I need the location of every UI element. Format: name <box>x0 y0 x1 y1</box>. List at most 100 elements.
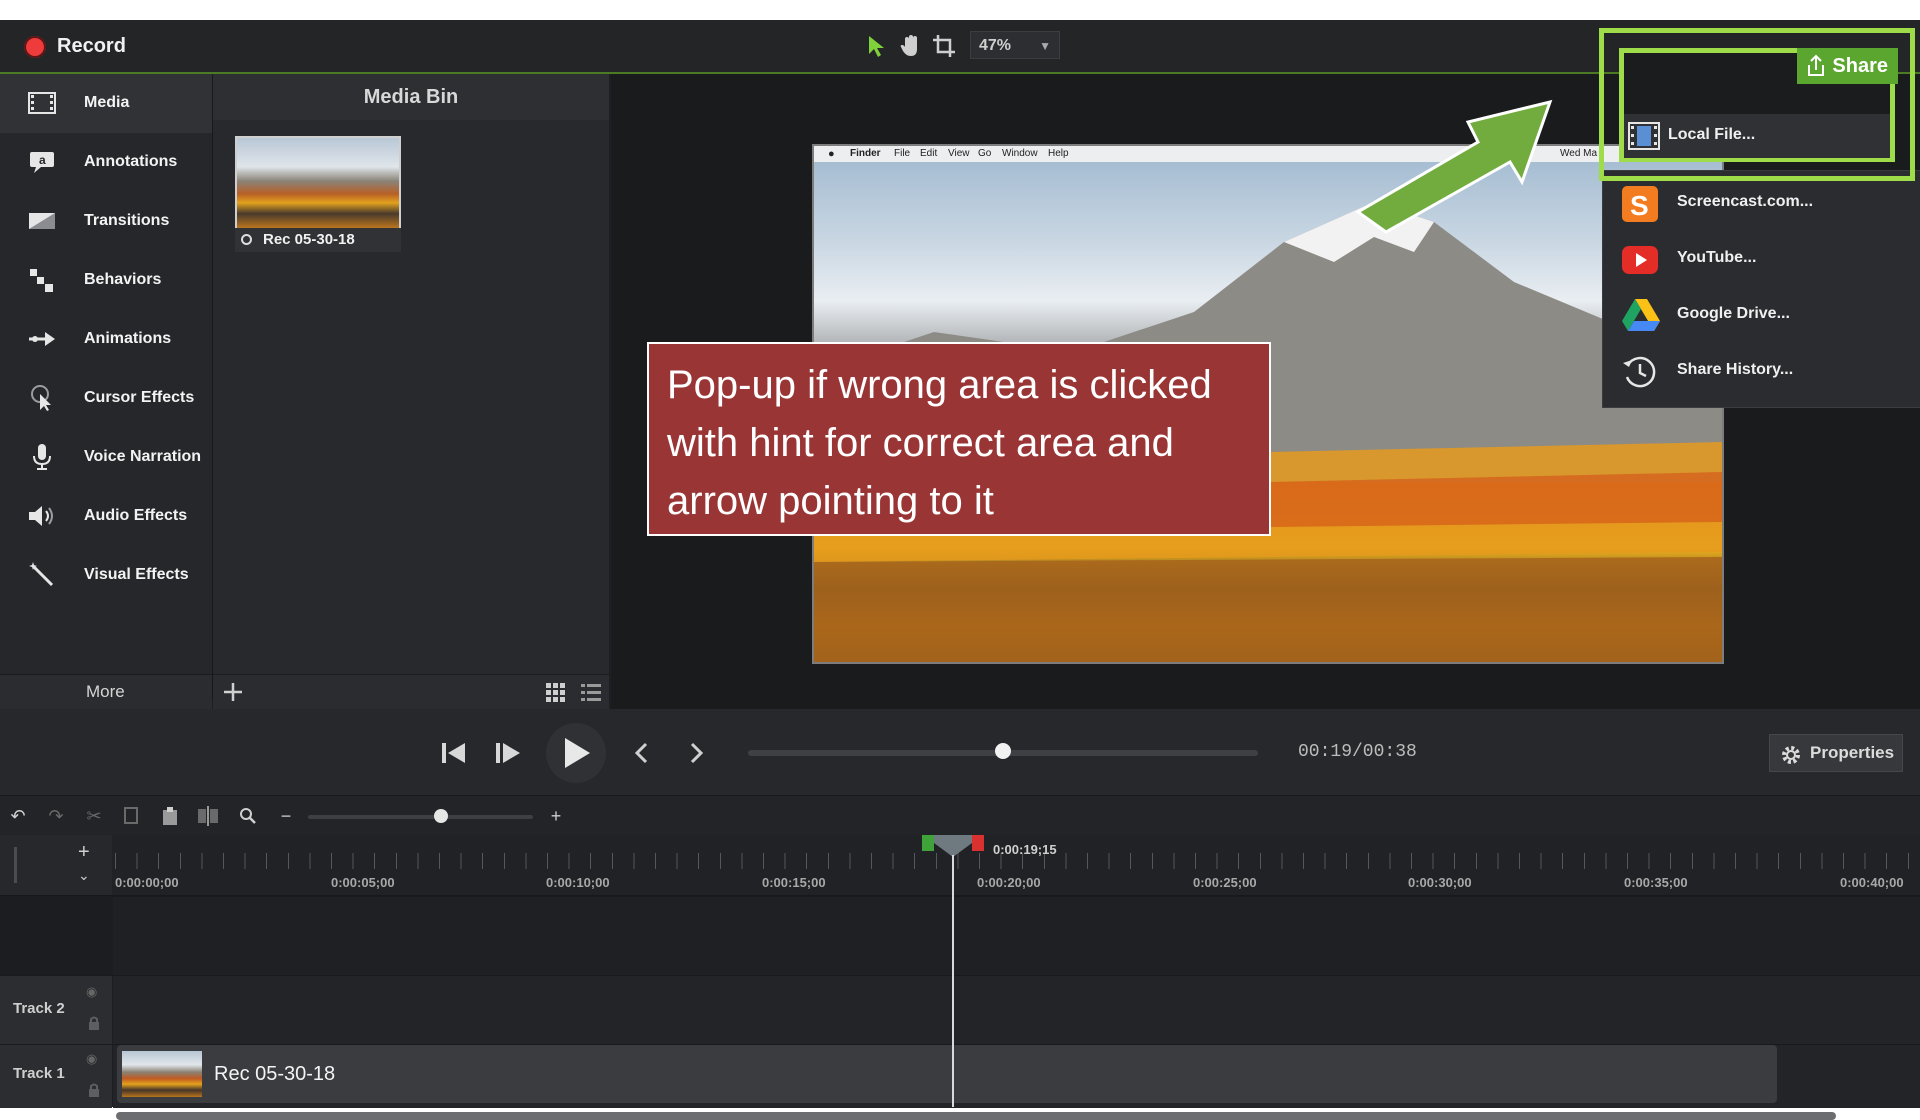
select-arrow-icon[interactable] <box>862 32 890 60</box>
eye-icon[interactable]: ◉ <box>86 1051 97 1067</box>
record-button[interactable]: Record <box>57 35 126 58</box>
media-bin-footer <box>213 674 609 710</box>
share-menu-label: Google Drive... <box>1677 305 1790 322</box>
screencast-icon: S <box>1621 185 1659 223</box>
share-local-file-item[interactable]: Local File... <box>1624 114 1890 158</box>
sidebar-item-label: Behaviors <box>84 271 162 288</box>
ruler-label: 0:00:10;00 <box>546 875 610 890</box>
empty-track-area[interactable] <box>113 896 1920 976</box>
step-forward-button[interactable] <box>488 733 528 773</box>
gear-icon <box>1780 743 1802 779</box>
lock-icon[interactable] <box>88 1083 100 1102</box>
share-menu-label: Screencast.com... <box>1677 193 1814 210</box>
share-history-item[interactable]: Share History... <box>1603 343 1920 399</box>
timecode: 00:19/00:38 <box>1298 742 1417 762</box>
annotation-icon: a <box>26 147 58 177</box>
sidebar-item-cursor-effects[interactable]: Cursor Effects <box>0 369 212 428</box>
share-youtube-item[interactable]: YouTube... <box>1603 231 1920 287</box>
playhead-line <box>952 855 954 1107</box>
sidebar-item-label: Media <box>84 94 130 111</box>
media-item-label[interactable]: Rec 05-30-18 <box>235 228 401 252</box>
cut-icon[interactable]: ✂ <box>82 805 106 827</box>
film-icon <box>1628 122 1660 155</box>
hand-pan-icon[interactable] <box>896 32 924 60</box>
menubar-item: View <box>948 148 970 159</box>
sidebar-item-visual-effects[interactable]: Visual Effects <box>0 546 212 605</box>
track-height-slider[interactable] <box>14 847 17 883</box>
sidebar-item-voice-narration[interactable]: Voice Narration <box>0 428 212 487</box>
sidebar-item-label: Audio Effects <box>84 507 188 524</box>
sidebar-item-media[interactable]: Media <box>0 74 212 133</box>
ruler-label: 0:00:40;00 <box>1840 875 1904 890</box>
next-marker-button[interactable] <box>676 733 716 773</box>
share-button-label: Share <box>1832 55 1888 77</box>
crop-icon[interactable] <box>930 32 958 60</box>
undo-icon[interactable]: ↶ <box>6 805 30 827</box>
media-clip[interactable]: Rec 05-30-18 <box>117 1045 1777 1103</box>
clip-thumbnail <box>122 1051 202 1097</box>
record-icon[interactable] <box>24 36 46 58</box>
share-google-drive-item[interactable]: Google Drive... <box>1603 287 1920 343</box>
lock-icon[interactable] <box>88 1016 100 1035</box>
zoom-out-icon[interactable]: − <box>274 805 298 827</box>
ruler-label: 0:00:20;00 <box>977 875 1041 890</box>
sidebar-item-animations[interactable]: Animations <box>0 310 212 369</box>
media-thumbnail[interactable] <box>235 136 401 230</box>
track-2-header[interactable]: Track 2 ◉ <box>0 975 112 1045</box>
share-button[interactable]: Share <box>1797 48 1898 84</box>
ruler-label: 0:00:05;00 <box>331 875 395 890</box>
hint-callout: Pop-up if wrong area is clicked with hin… <box>647 342 1271 536</box>
apple-icon: ● <box>828 148 835 160</box>
chevron-down-icon[interactable]: ⌄ <box>78 867 90 884</box>
share-menu-label: YouTube... <box>1677 249 1757 266</box>
split-icon[interactable] <box>196 805 220 827</box>
play-button[interactable] <box>546 723 606 783</box>
mac-menubar: ● Finder File Edit View Go Window Help W… <box>814 146 1722 162</box>
track-2-lane[interactable] <box>113 975 1920 1045</box>
menubar-item: Edit <box>920 148 938 159</box>
sidebar-item-transitions[interactable]: Transitions <box>0 192 212 251</box>
list-view-icon[interactable] <box>580 682 602 709</box>
youtube-icon <box>1621 241 1659 279</box>
timeline-zoom-knob[interactable] <box>434 809 448 823</box>
sidebar-item-label: Voice Narration <box>84 448 202 465</box>
more-button[interactable]: More <box>0 674 212 709</box>
add-media-icon[interactable] <box>218 677 248 712</box>
menubar-item: Go <box>978 148 992 159</box>
copy-icon[interactable] <box>120 805 144 827</box>
track-label: Track 1 <box>13 1065 65 1082</box>
zoom-select[interactable]: 47% ▼ <box>970 31 1060 59</box>
share-screencast-item[interactable]: S Screencast.com... <box>1603 175 1920 231</box>
clip-label: Rec 05-30-18 <box>214 1063 336 1085</box>
zoom-search-icon[interactable] <box>236 805 260 827</box>
sidebar-item-audio-effects[interactable]: Audio Effects <box>0 487 212 546</box>
timeline-zoom-slider[interactable] <box>308 815 533 819</box>
zoom-in-icon[interactable]: + <box>544 805 568 827</box>
eye-icon[interactable]: ◉ <box>86 984 97 1000</box>
paste-icon[interactable] <box>158 805 182 827</box>
sidebar-item-label: Cursor Effects <box>84 389 195 406</box>
history-icon <box>1621 353 1659 391</box>
sidebar-item-annotations[interactable]: a Annotations <box>0 133 212 192</box>
step-back-button[interactable] <box>434 733 474 773</box>
scrubber-knob[interactable] <box>995 743 1011 759</box>
media-bin-title: Media Bin <box>213 74 609 120</box>
media-item-name: Rec 05-30-18 <box>263 231 355 248</box>
timeline-scrollbar[interactable] <box>116 1112 1836 1120</box>
properties-button[interactable]: Properties <box>1769 734 1903 772</box>
sidebar-item-label: Transitions <box>84 212 170 229</box>
ruler-label: 0:00:30;00 <box>1408 875 1472 890</box>
track-1-header[interactable]: Track 1 ◉ <box>0 1044 112 1108</box>
add-track-icon[interactable]: + <box>78 841 90 864</box>
sidebar-item-label: Visual Effects <box>84 566 189 583</box>
grid-view-icon[interactable] <box>545 682 567 709</box>
previous-marker-button[interactable] <box>622 733 662 773</box>
playhead-handle[interactable] <box>922 835 984 857</box>
ruler-label: 0:00:00;00 <box>115 875 179 890</box>
sidebar-item-behaviors[interactable]: Behaviors <box>0 251 212 310</box>
redo-icon[interactable]: ↷ <box>44 805 68 827</box>
menubar-item: Finder <box>850 148 881 159</box>
ruler-label: 0:00:35;00 <box>1624 875 1688 890</box>
track-controls-header: + ⌄ <box>0 835 112 895</box>
sidebar-item-label: Annotations <box>84 153 178 170</box>
